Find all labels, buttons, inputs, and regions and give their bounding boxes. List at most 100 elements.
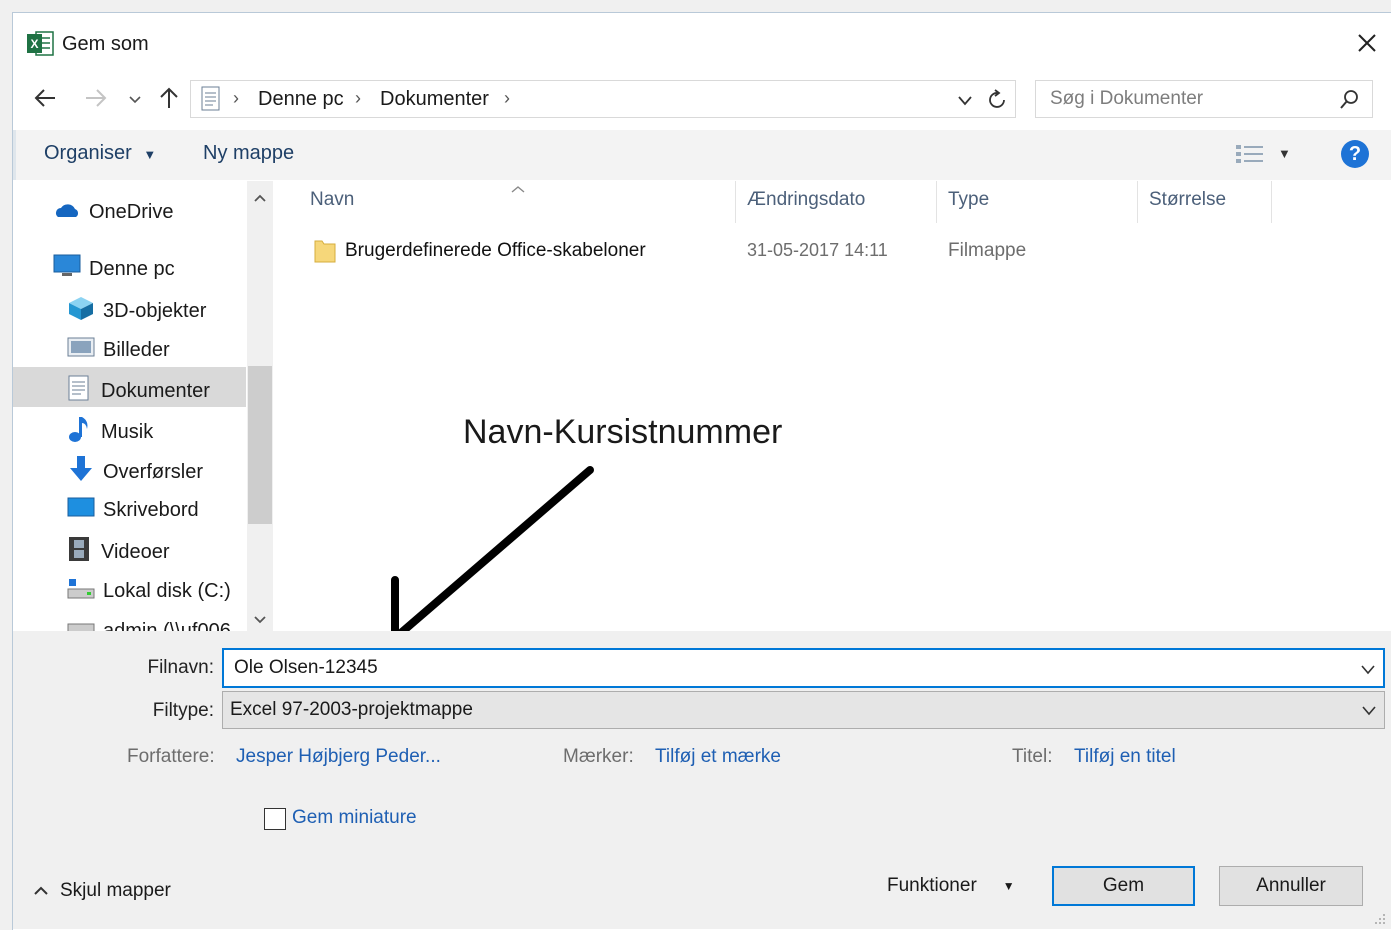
window-title: Gem som <box>62 33 149 55</box>
column-divider[interactable] <box>735 181 736 223</box>
column-divider[interactable] <box>936 181 937 223</box>
column-header-aendringsdato[interactable]: Ændringsdato <box>747 189 865 211</box>
breadcrumb-separator-icon: › <box>504 88 510 108</box>
recent-locations-chevron-icon[interactable] <box>128 92 142 110</box>
help-icon[interactable]: ? <box>1341 140 1369 168</box>
save-thumbnail-checkbox[interactable] <box>264 808 286 830</box>
download-arrow-icon <box>67 455 95 489</box>
excel-app-icon: X <box>27 31 54 56</box>
column-header-type[interactable]: Type <box>948 189 989 211</box>
address-bar[interactable]: › Denne pc › Dokumenter › <box>190 80 1016 118</box>
resize-grip-icon[interactable] <box>1374 912 1386 930</box>
sidebar-item-denne-pc[interactable]: Denne pc <box>53 254 175 284</box>
cloud-icon <box>53 201 81 224</box>
tags-label: Mærker: <box>563 746 634 767</box>
authors-label: Forfattere: <box>127 746 215 767</box>
back-arrow-icon[interactable] <box>33 87 57 114</box>
sidebar-item-billeder[interactable]: Billeder <box>67 335 170 365</box>
svg-text:X: X <box>30 37 38 51</box>
filename-input[interactable]: Ole Olsen-12345 <box>222 648 1385 688</box>
view-caret-down-icon[interactable]: ▼ <box>1278 146 1291 161</box>
sidebar-item-overforsler[interactable]: Overførsler <box>67 455 203 489</box>
search-input[interactable]: Søg i Dokumenter <box>1035 80 1373 118</box>
file-name: Brugerdefinerede Office-skabeloner <box>345 240 646 261</box>
folder-icon <box>314 237 336 268</box>
column-header-storrelse[interactable]: Størrelse <box>1149 189 1226 211</box>
new-folder-button[interactable]: Ny mappe <box>203 142 294 165</box>
organize-menu[interactable]: Organiser ▼ <box>44 142 156 165</box>
annotation-label: Navn-Kursistnummer <box>463 413 783 451</box>
view-options-icon[interactable] <box>1235 143 1265 170</box>
breadcrumb-separator-icon: › <box>233 88 239 108</box>
authors-value-link[interactable]: Jesper Højbjerg Peder... <box>236 746 441 768</box>
sidebar-item-label: Dokumenter <box>101 379 210 402</box>
organize-label: Organiser <box>44 142 132 164</box>
filetype-dropdown-chevron-icon[interactable] <box>1361 704 1377 722</box>
filetype-value: Excel 97-2003-projektmappe <box>230 699 473 720</box>
sidebar-item-label: Videoer <box>101 540 170 563</box>
sidebar-item-label: Musik <box>101 420 154 443</box>
sort-ascending-icon <box>511 180 525 198</box>
hide-folders-toggle[interactable]: Skjul mapper <box>34 880 171 902</box>
search-icon[interactable] <box>1338 89 1360 116</box>
filetype-label: Filtype: <box>152 700 214 721</box>
sidebar-item-network-drive[interactable]: admin (\\uf006 <box>67 616 231 631</box>
table-row[interactable]: Brugerdefinerede Office-skabeloner 31-05… <box>300 232 1380 270</box>
forward-arrow-icon[interactable] <box>84 87 108 114</box>
sidebar-item-onedrive[interactable]: OneDrive <box>53 201 173 224</box>
save-button-label: Gem <box>1102 875 1145 896</box>
close-icon[interactable] <box>1356 32 1378 54</box>
sidebar-item-label: Overførsler <box>103 460 203 483</box>
sidebar-scrollbar[interactable] <box>247 181 273 631</box>
filename-label: Filnavn: <box>147 657 214 678</box>
filename-dropdown-chevron-icon[interactable] <box>1360 663 1376 681</box>
caret-down-icon: ▼ <box>143 147 157 162</box>
sidebar-item-skrivebord[interactable]: Skrivebord <box>67 496 199 524</box>
add-title-link[interactable]: Tilføj en titel <box>1074 746 1176 768</box>
cancel-button[interactable]: Annuller <box>1219 866 1363 906</box>
sidebar-item-videoer[interactable]: Videoer <box>67 536 170 568</box>
drive-icon <box>67 576 95 606</box>
breadcrumb-denne-pc[interactable]: Denne pc <box>258 88 344 111</box>
annotation-arrow-icon <box>380 460 600 660</box>
network-drive-icon <box>67 616 95 631</box>
up-arrow-icon[interactable] <box>158 86 180 115</box>
sidebar-item-lokal-disk[interactable]: Lokal disk (C:) <box>67 576 231 606</box>
pictures-icon <box>67 335 95 365</box>
column-divider[interactable] <box>1271 181 1272 223</box>
column-divider[interactable] <box>1137 181 1138 223</box>
column-header-navn[interactable]: Navn <box>310 189 354 211</box>
cube-icon <box>67 295 95 327</box>
file-date: 31-05-2017 14:11 <box>747 240 888 260</box>
sidebar-item-3d-objekter[interactable]: 3D-objekter <box>67 295 206 327</box>
save-thumbnail-label[interactable]: Gem miniature <box>292 807 417 829</box>
document-icon <box>67 375 91 407</box>
refresh-icon[interactable] <box>988 88 1008 115</box>
sidebar-item-label: admin (\\uf006 <box>103 619 231 632</box>
add-tag-link[interactable]: Tilføj et mærke <box>655 746 781 768</box>
music-note-icon <box>67 415 91 449</box>
tools-menu[interactable]: Funktioner ▼ <box>887 875 1015 897</box>
hide-folders-label: Skjul mapper <box>60 880 171 901</box>
sidebar-item-dokumenter[interactable]: Dokumenter <box>67 375 210 407</box>
sidebar-item-label: OneDrive <box>89 201 174 223</box>
tools-label: Funktioner <box>887 875 977 896</box>
breadcrumb-dokumenter[interactable]: Dokumenter <box>380 88 489 111</box>
filetype-select[interactable]: Excel 97-2003-projektmappe <box>222 691 1385 729</box>
document-location-icon <box>201 86 221 117</box>
file-type: Filmappe <box>948 240 1027 261</box>
navigation-pane: OneDrive Denne pc 3D-objekter Billeder D… <box>13 181 273 631</box>
sidebar-item-label: Lokal disk (C:) <box>103 579 231 602</box>
cancel-button-label: Annuller <box>1256 875 1326 896</box>
filename-value: Ole Olsen-12345 <box>234 657 378 678</box>
save-button[interactable]: Gem <box>1052 866 1195 906</box>
address-history-chevron-icon[interactable] <box>957 94 973 112</box>
computer-icon <box>53 254 81 284</box>
scroll-down-icon[interactable] <box>254 611 266 629</box>
sidebar-item-label: 3D-objekter <box>103 299 207 322</box>
film-icon <box>67 536 91 568</box>
sidebar-item-musik[interactable]: Musik <box>67 415 153 449</box>
title-label: Titel: <box>1012 746 1053 767</box>
scrollbar-thumb[interactable] <box>248 366 272 524</box>
scroll-up-icon[interactable] <box>254 189 266 207</box>
